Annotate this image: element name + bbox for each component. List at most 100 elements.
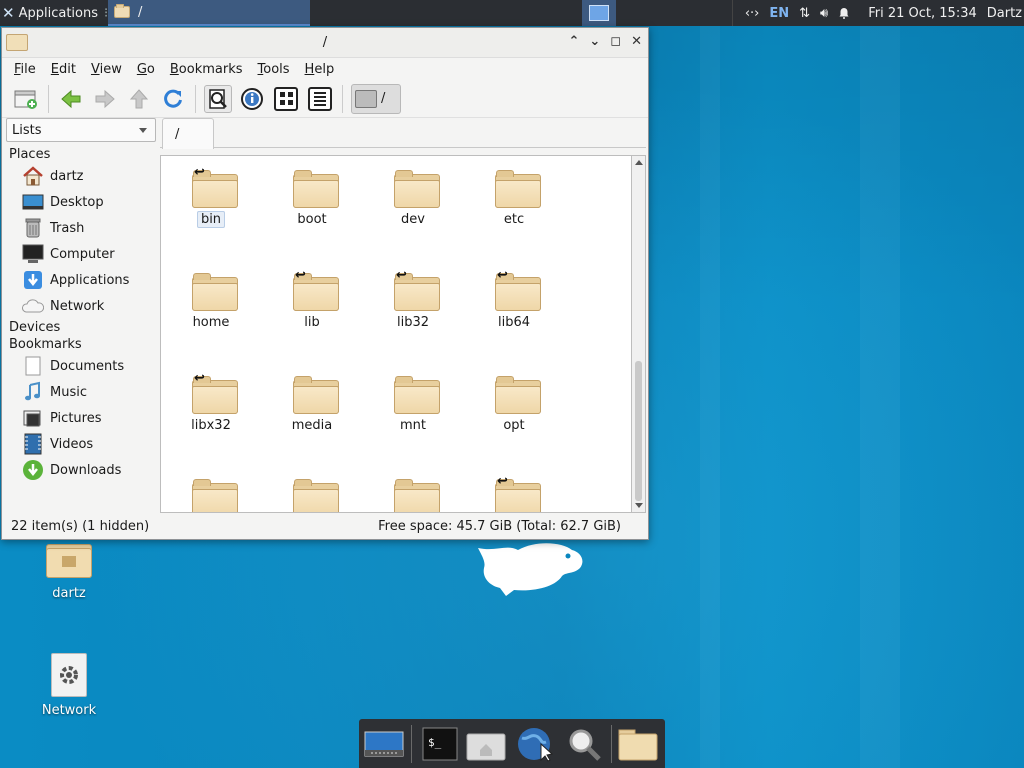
music-icon [25,381,40,401]
search-launcher[interactable] [563,726,605,762]
symlink-arrow-icon: ↩ [497,268,508,283]
minimize-button[interactable]: ⌄ [589,34,600,49]
file-item[interactable] [267,469,357,512]
sidebar-header-devices[interactable]: Devices [2,319,158,336]
scroll-up-arrow[interactable] [635,160,643,165]
folder-icon [293,170,339,208]
icon-view-button[interactable] [204,84,232,113]
sidebar-item-pictures[interactable]: Pictures [2,405,158,431]
sidebar-item-computer[interactable]: Computer [2,241,158,267]
system-tray: ‹·› EN ⇅ 🔊︎ Fri 21 Oct, 15:34 Dartz [731,0,1024,26]
file-view[interactable]: ↩ bin boot dev etc home ↩ lib ↩ lib32 ↩ lib64 ↩ libx3… [160,155,632,513]
shade-button[interactable]: ⌃ [568,34,579,49]
forward-button[interactable] [91,85,119,113]
scroll-down-arrow[interactable] [635,503,643,508]
list-icon [308,86,332,111]
desktop-icon-home[interactable]: dartz [24,540,114,601]
reload-button[interactable] [159,85,187,113]
sidebar-header-bookmarks[interactable]: Bookmarks [2,336,158,353]
menu-view[interactable]: View [91,62,122,77]
desktop-icon [364,731,404,757]
symlink-arrow-icon: ↩ [194,165,205,180]
sidebar-item-label: Music [50,384,87,400]
home-folder-icon [466,733,506,761]
file-item[interactable] [166,469,256,512]
home-folder-launcher[interactable] [465,726,507,762]
folder-icon [394,479,440,512]
file-item[interactable]: media [267,366,357,446]
volume-icon[interactable]: 🔊︎ [820,6,828,21]
clock[interactable]: Fri 21 Oct, 15:34 [868,6,977,21]
folder-icon: ↩ [394,269,440,311]
new-window-button[interactable] [12,85,40,113]
file-item[interactable]: opt [469,366,559,446]
sidebar-item-home[interactable]: dartz [2,163,158,189]
desktop-icon-network[interactable]: Network [24,653,114,718]
sidebar-item-documents[interactable]: Documents [2,353,158,379]
workspace-1[interactable] [589,5,609,21]
up-button[interactable] [125,85,153,113]
list-view-button[interactable] [306,85,334,113]
show-desktop-button[interactable] [363,726,405,762]
sidebar-item-desktop[interactable]: Desktop [2,189,158,215]
window-titlebar[interactable]: / ⌃ ⌄ ◻ ✕ [2,28,648,58]
file-name-text: home [192,315,230,330]
file-item[interactable]: ↩ lib [267,263,357,343]
file-name-text: mnt [400,418,426,433]
sidebar-item-network[interactable]: Network [2,293,158,319]
drive-icon [355,89,377,108]
file-item[interactable]: dev [368,160,458,240]
file-item[interactable]: etc [469,160,559,240]
thumbnail-view-button[interactable] [272,85,300,113]
tab-root[interactable]: / [162,118,214,149]
side-pane-mode-select[interactable]: Lists [6,118,156,142]
sidebar-item-applications[interactable]: Applications [2,267,158,293]
path-root-button[interactable]: / [351,83,401,114]
file-item[interactable]: home [166,263,256,343]
folder-icon [293,479,339,512]
file-item[interactable]: ↩ lib64 [469,263,559,343]
sidebar-item-label: Downloads [50,462,122,478]
vertical-scrollbar[interactable] [632,155,646,513]
file-item[interactable]: ↩ libx32 [166,366,256,446]
menu-help[interactable]: Help [305,62,335,77]
file-name-text: lib32 [396,315,430,330]
file-item[interactable] [368,469,458,512]
user-menu[interactable]: Dartz [987,6,1022,21]
top-panel: ✕ Applications ⁝ / ‹·› EN ⇅ 🔊︎ Fri 21 Oc… [0,0,1024,26]
details-info-button[interactable] [238,85,266,113]
file-item[interactable]: mnt [368,366,458,446]
workspace-switcher[interactable] [582,0,616,26]
arrow-up-icon [129,88,149,108]
file-item[interactable]: ↩ [469,469,559,512]
web-browser-launcher[interactable] [513,726,555,762]
close-button[interactable]: ✕ [631,34,642,49]
network-transfer-icon[interactable]: ⇅ [799,6,810,21]
applications-menu-button[interactable]: ✕ Applications ⁝ [0,0,114,26]
menu-go[interactable]: Go [137,62,155,77]
taskbar-window-button[interactable]: / [108,0,310,26]
menu-bookmarks[interactable]: Bookmarks [170,62,243,77]
code-icon[interactable]: ‹·› [745,6,760,21]
file-item[interactable]: ↩ lib32 [368,263,458,343]
notification-bell-icon[interactable] [838,7,850,19]
keyboard-layout[interactable]: EN [769,6,789,21]
file-item[interactable]: ↩ bin [166,160,256,240]
sidebar-item-videos[interactable]: Videos [2,431,158,457]
magnifier-icon [569,729,601,761]
sidebar-item-trash[interactable]: Trash [2,215,158,241]
maximize-button[interactable]: ◻ [610,34,621,49]
scroll-thumb[interactable] [635,361,642,501]
menu-edit[interactable]: Edit [51,62,76,77]
downloads-icon [23,460,43,480]
file-name-text: opt [503,418,525,433]
sidebar-item-downloads[interactable]: Downloads [2,457,158,483]
file-manager-launcher[interactable] [617,726,659,762]
file-item[interactable]: boot [267,160,357,240]
back-button[interactable] [57,85,85,113]
menu-file[interactable]: File [14,62,36,77]
sidebar-item-music[interactable]: Music [2,379,158,405]
menu-tools[interactable]: Tools [258,62,290,77]
folder-icon [114,4,130,18]
terminal-launcher[interactable]: $_ [419,726,461,762]
